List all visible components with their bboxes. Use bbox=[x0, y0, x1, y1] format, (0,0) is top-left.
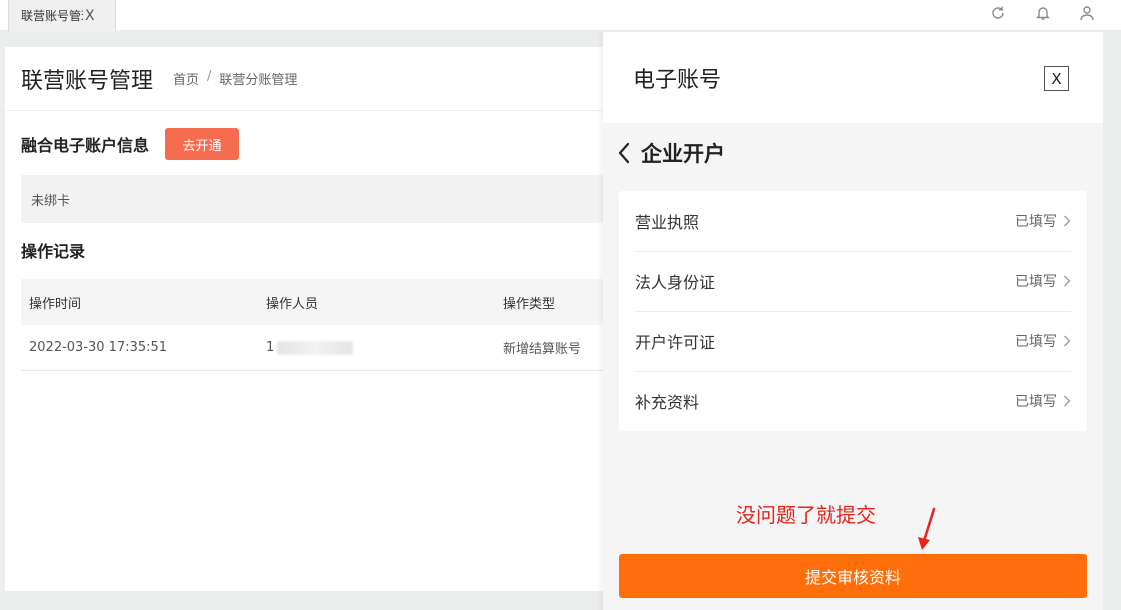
chevron-right-icon bbox=[1063, 394, 1071, 408]
breadcrumb: 首页 / 联营分账管理 bbox=[173, 69, 297, 88]
item-status: 已填写 bbox=[1015, 214, 1057, 230]
redacted-blur bbox=[277, 340, 354, 355]
open-account-button[interactable]: 去开通 bbox=[165, 128, 240, 160]
column-header-time: 操作时间 bbox=[29, 296, 82, 312]
card-status-box: 未绑卡 bbox=[21, 175, 621, 223]
document-list: 营业执照 已填写 法人身份证 已填写 开户许可证 已填写 补充资料 已填写 bbox=[619, 191, 1087, 431]
cell-time: 2022-03-30 17:35:51 bbox=[29, 340, 168, 355]
card-status-text: 未绑卡 bbox=[31, 193, 71, 209]
item-status: 已填写 bbox=[1015, 274, 1057, 290]
item-label: 补充资料 bbox=[635, 393, 700, 412]
list-item-legal-id[interactable]: 法人身份证 已填写 bbox=[619, 251, 1087, 311]
tab-account-management[interactable]: 联营账号管理 X bbox=[8, 0, 116, 31]
item-status: 已填写 bbox=[1015, 394, 1057, 410]
operation-records-title: 操作记录 bbox=[21, 242, 86, 261]
tab-close-icon[interactable]: X bbox=[85, 8, 95, 24]
table-row: 2022-03-30 17:35:51 1 新增结算账号 bbox=[21, 325, 621, 371]
breadcrumb-current: 联营分账管理 bbox=[219, 73, 298, 88]
column-header-operator: 操作人员 bbox=[266, 296, 319, 312]
drawer-title: 电子账号 bbox=[633, 67, 722, 93]
item-label: 法人身份证 bbox=[635, 273, 716, 292]
tab-bar: 联营账号管理 X bbox=[0, 0, 1121, 31]
breadcrumb-separator: / bbox=[207, 69, 212, 84]
list-item-supplementary[interactable]: 补充资料 已填写 bbox=[619, 371, 1087, 431]
breadcrumb-home[interactable]: 首页 bbox=[173, 69, 199, 88]
operation-records-table: 操作时间 操作人员 操作类型 2022-03-30 17:35:51 1 新增结… bbox=[21, 279, 621, 371]
back-to-previous[interactable]: 企业开户 bbox=[617, 138, 725, 168]
list-item-business-license[interactable]: 营业执照 已填写 bbox=[619, 191, 1087, 251]
refresh-icon[interactable] bbox=[988, 3, 1008, 23]
chevron-left-icon bbox=[617, 141, 633, 165]
item-status: 已填写 bbox=[1015, 334, 1057, 350]
operator-text: 1 bbox=[266, 340, 275, 355]
drawer-header: 电子账号 X bbox=[603, 32, 1103, 123]
annotation-arrow-icon bbox=[918, 507, 936, 550]
sub-title: 企业开户 bbox=[641, 142, 725, 166]
item-label: 营业执照 bbox=[635, 213, 700, 232]
chevron-right-icon bbox=[1063, 334, 1071, 348]
account-section: 融合电子账户信息 去开通 bbox=[21, 128, 240, 160]
chevron-right-icon bbox=[1063, 274, 1071, 288]
chevron-right-icon bbox=[1063, 214, 1071, 228]
table-header: 操作时间 操作人员 操作类型 bbox=[21, 279, 621, 325]
item-label: 开户许可证 bbox=[635, 333, 716, 352]
account-section-title: 融合电子账户信息 bbox=[21, 136, 150, 155]
cell-operator: 1 bbox=[258, 340, 495, 355]
list-item-account-permit[interactable]: 开户许可证 已填写 bbox=[619, 311, 1087, 371]
tab-label: 联营账号管理 bbox=[21, 9, 83, 23]
bell-icon[interactable] bbox=[1033, 3, 1053, 23]
page-title: 联营账号管理 bbox=[21, 68, 154, 94]
electronic-account-drawer: 电子账号 X 企业开户 营业执照 已填写 法人身份证 已填写 开户许可证 已填写… bbox=[603, 32, 1103, 610]
annotation-text: 没问题了就提交 bbox=[736, 503, 876, 527]
user-icon[interactable] bbox=[1077, 3, 1097, 23]
submit-review-button[interactable]: 提交审核资料 bbox=[619, 554, 1087, 598]
close-icon[interactable]: X bbox=[1044, 66, 1069, 91]
